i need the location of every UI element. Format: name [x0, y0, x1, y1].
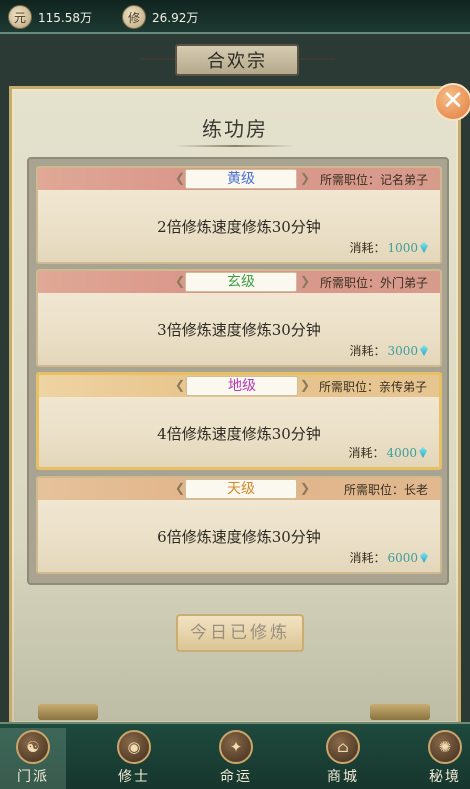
- coin-icon: 元: [8, 5, 32, 29]
- sect-title: 合欢宗: [207, 51, 267, 72]
- panel-foot-ornament: [38, 704, 98, 720]
- requirement-text: 所需职位：记名弟子: [319, 173, 428, 187]
- title-ornament-right: [299, 58, 335, 60]
- room-card-earth[interactable]: ❮ 地级 ❯ 所需职位：亲传弟子 4倍修炼速度修炼30分钟 消耗： 4000: [36, 372, 442, 470]
- spirit-stone-icon: [420, 552, 428, 563]
- grade-label: 天级: [185, 479, 297, 499]
- bottom-nav: ☯ 门派 ◉ 修士 ✦ 命运 ⌂ 商城 ✺ 秘境: [0, 722, 470, 789]
- room-card-yellow[interactable]: ❮ 黄级 ❯ 所需职位：记名弟子 2倍修炼速度修炼30分钟 消耗： 1000: [36, 166, 442, 264]
- training-description: 3倍修炼速度修炼30分钟: [157, 321, 321, 339]
- spirit-stone-icon: [420, 242, 428, 253]
- cultivator-value: 26.92万: [152, 10, 199, 25]
- nav-cultivator[interactable]: ◉ 修士: [101, 728, 167, 789]
- nav-secret-realm[interactable]: ✺ 秘境: [412, 728, 470, 789]
- cost: 消耗： 1000: [349, 239, 428, 256]
- cultivator-resource: 修 26.92万: [122, 5, 198, 29]
- grade-label: 黄级: [185, 169, 297, 189]
- scroll-deco-icon: ❯: [300, 274, 311, 288]
- cost-label: 消耗：: [349, 241, 386, 255]
- trained-today-button[interactable]: 今日已修炼: [176, 614, 304, 652]
- scroll-deco-icon: ❮: [175, 274, 186, 288]
- cost-value: 6000: [387, 550, 418, 565]
- scroll-deco-icon: ❯: [300, 171, 311, 185]
- requirement-text: 所需职位：亲传弟子: [318, 380, 427, 394]
- cost: 消耗： 6000: [349, 549, 428, 566]
- grade-label: 地级: [186, 376, 298, 396]
- room-card-heaven[interactable]: ❮ 天级 ❯ 所需职位：长老 6倍修炼速度修炼30分钟 消耗： 6000: [36, 476, 442, 574]
- cost-label: 消耗：: [348, 446, 385, 460]
- realm-icon: ✺: [428, 730, 462, 764]
- cost-value: 3000: [387, 343, 418, 358]
- panel-foot-ornament: [370, 704, 430, 720]
- scroll-deco-icon: ❮: [175, 378, 186, 392]
- nav-fate[interactable]: ✦ 命运: [203, 728, 269, 789]
- cultivator-icon: ◉: [117, 730, 151, 764]
- shop-icon: ⌂: [326, 730, 360, 764]
- cost-value: 4000: [386, 445, 417, 460]
- nav-label: 秘境: [429, 769, 461, 785]
- grade-label: 玄级: [185, 272, 297, 292]
- training-description: 6倍修炼速度修炼30分钟: [157, 528, 321, 546]
- sect-icon: ☯: [16, 730, 50, 764]
- scroll-deco-icon: ❯: [300, 378, 311, 392]
- training-room-list: ❮ 黄级 ❯ 所需职位：记名弟子 2倍修炼速度修炼30分钟 消耗： 1000 ❮…: [27, 157, 449, 585]
- close-button[interactable]: ✕: [434, 83, 470, 121]
- cost-label: 消耗：: [349, 551, 386, 565]
- training-description: 2倍修炼速度修炼30分钟: [157, 218, 321, 236]
- cost: 消耗： 4000: [348, 444, 427, 461]
- training-description: 4倍修炼速度修炼30分钟: [157, 425, 321, 443]
- cost-value: 1000: [387, 240, 418, 255]
- requirement-text: 所需职位：外门弟子: [319, 276, 428, 290]
- cost-label: 消耗：: [349, 344, 386, 358]
- scroll-deco-icon: ❮: [175, 171, 186, 185]
- title-ornament-left: [140, 58, 176, 60]
- fate-icon: ✦: [219, 730, 253, 764]
- nav-sect[interactable]: ☯ 门派: [0, 728, 66, 789]
- coin-value: 115.58万: [38, 10, 92, 25]
- panel-title: 练功房: [202, 117, 268, 141]
- scroll-deco-icon: ❮: [175, 481, 186, 495]
- coin-resource: 元 115.58万: [8, 5, 92, 29]
- scroll-deco-icon: ❯: [300, 481, 311, 495]
- cultivator-icon: 修: [122, 5, 146, 29]
- title-underline: [175, 145, 295, 147]
- room-card-mystic[interactable]: ❮ 玄级 ❯ 所需职位：外门弟子 3倍修炼速度修炼30分钟 消耗： 3000: [36, 269, 442, 367]
- requirement-text: 所需职位：长老: [343, 483, 428, 497]
- nav-label: 门派: [17, 769, 49, 785]
- spirit-stone-icon: [420, 345, 428, 356]
- sect-title-plaque: 合欢宗: [175, 44, 299, 76]
- cost: 消耗： 3000: [349, 342, 428, 359]
- nav-label: 修士: [118, 769, 150, 785]
- resource-bar: 元 115.58万 修 26.92万: [0, 0, 470, 34]
- nav-label: 商城: [327, 769, 359, 785]
- spirit-stone-icon: [419, 447, 427, 458]
- nav-label: 命运: [220, 769, 252, 785]
- nav-shop[interactable]: ⌂ 商城: [310, 728, 376, 789]
